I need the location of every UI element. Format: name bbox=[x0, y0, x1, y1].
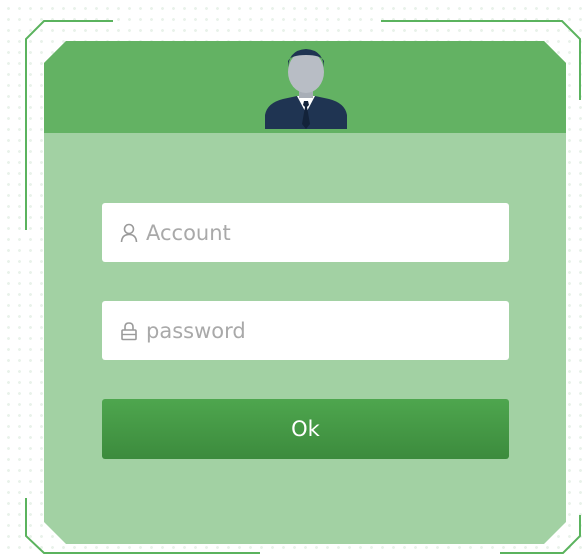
user-icon bbox=[118, 222, 140, 244]
ok-button[interactable]: Ok bbox=[102, 399, 509, 459]
login-panel: Ok bbox=[44, 41, 566, 544]
password-field[interactable] bbox=[102, 301, 509, 360]
panel-header bbox=[44, 41, 566, 133]
password-input[interactable] bbox=[140, 310, 486, 351]
account-input[interactable] bbox=[140, 212, 486, 253]
lock-icon bbox=[118, 320, 140, 342]
businessman-avatar-icon bbox=[263, 45, 349, 131]
account-field[interactable] bbox=[102, 203, 509, 262]
